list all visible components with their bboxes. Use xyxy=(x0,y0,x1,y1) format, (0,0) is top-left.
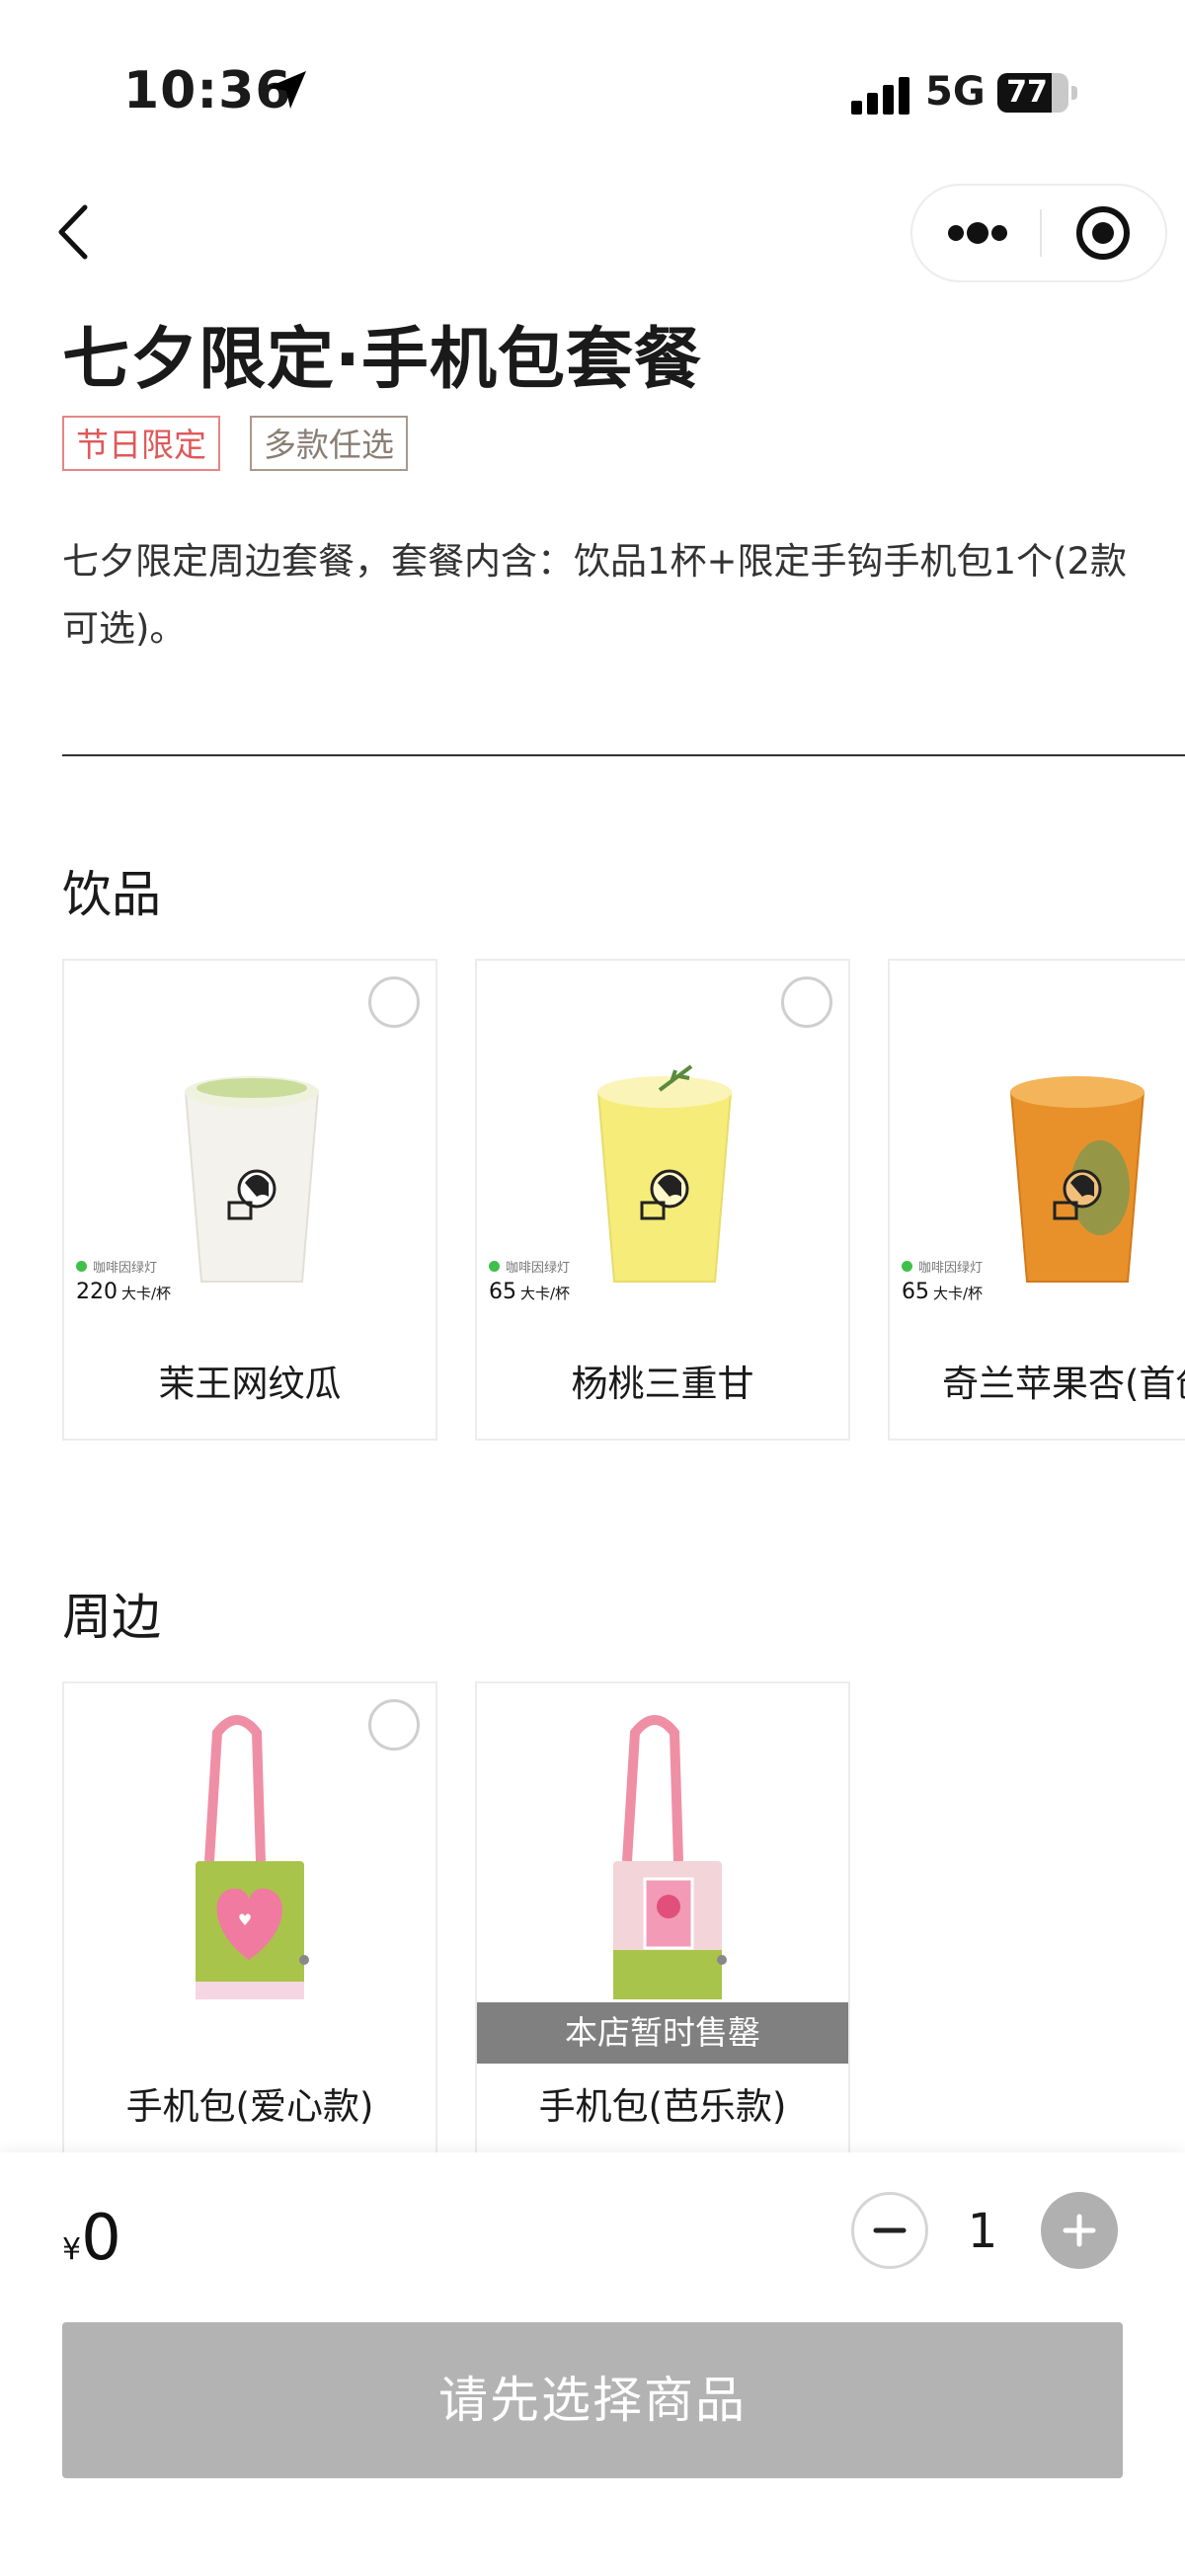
decrease-quantity-button[interactable] xyxy=(851,2192,928,2269)
drinks-section-title: 饮品 xyxy=(62,866,161,923)
quantity-value: 1 xyxy=(967,2204,998,2259)
caffeine-green-dot-icon xyxy=(76,1261,87,1272)
select-radio[interactable] xyxy=(781,976,832,1028)
calorie-info: 咖啡因绿灯 220 大卡/杯 xyxy=(76,1257,171,1304)
sold-out-badge: 本店暂时售罄 xyxy=(477,2002,848,2064)
status-bar: 10:36 5G 77 xyxy=(0,0,1185,188)
submit-button[interactable]: 请先选择商品 xyxy=(62,2322,1123,2478)
currency-symbol: ¥ xyxy=(62,2232,82,2267)
target-close-icon xyxy=(1076,206,1130,260)
merch-section-title: 周边 xyxy=(62,1589,161,1646)
drink-card[interactable]: 咖啡因绿灯 65大卡/杯 奇兰苹果杏(首创 xyxy=(888,959,1185,1441)
calorie-value: 65 xyxy=(489,1280,516,1304)
increase-quantity-button[interactable] xyxy=(1041,2192,1118,2269)
calorie-value: 65 xyxy=(902,1280,929,1304)
merch-card[interactable]: ♥ 手机包(爱心款) xyxy=(62,1681,437,2163)
section-divider xyxy=(62,754,1185,756)
drink-image xyxy=(184,1076,320,1283)
mini-program-capsule xyxy=(910,184,1167,282)
caffeine-label: 咖啡因绿灯 xyxy=(918,1261,984,1276)
drink-image xyxy=(596,1064,733,1283)
tag-multi-choice: 多款任选 xyxy=(250,416,408,471)
network-type: 5G xyxy=(925,69,986,115)
drink-card[interactable]: 咖啡因绿灯 65 大卡/杯 杨桃三重甘 xyxy=(475,959,850,1441)
signal-icon xyxy=(851,77,910,115)
caffeine-label: 咖啡因绿灯 xyxy=(506,1261,571,1276)
phone-bag-guava-image xyxy=(613,1715,727,1999)
product-description: 七夕限定周边套餐，套餐内含：饮品1杯+限定手钩手机包1个(2款可选)。 xyxy=(62,540,1128,650)
page-title: 七夕限定·手机包套餐 xyxy=(62,321,702,399)
drink-card[interactable]: 咖啡因绿灯 220 大卡/杯 茉王网纹瓜 xyxy=(62,959,437,1441)
location-arrow-icon xyxy=(269,71,306,109)
phone-bag-heart-image: ♥ xyxy=(196,1715,309,1999)
svg-text:♥: ♥ xyxy=(238,1911,252,1929)
calorie-unit: 大卡/杯 xyxy=(121,1285,172,1302)
plus-icon xyxy=(1063,2214,1096,2247)
back-button[interactable] xyxy=(47,197,103,267)
drink-image xyxy=(1009,1076,1146,1283)
calorie-unit: 大卡/杯 xyxy=(520,1285,571,1302)
drink-name: 杨桃三重甘 xyxy=(571,1363,754,1405)
tag-holiday-limited: 节日限定 xyxy=(62,416,220,471)
caffeine-label: 咖啡因绿灯 xyxy=(93,1261,158,1276)
select-radio[interactable] xyxy=(368,1699,420,1751)
minus-icon xyxy=(873,2227,907,2233)
calorie-info: 咖啡因绿灯 65 大卡/杯 xyxy=(902,1257,983,1304)
bottom-action-bar: ¥0 1 请先选择商品 xyxy=(0,2152,1185,2576)
drink-name: 奇兰苹果杏(首创 xyxy=(942,1363,1185,1405)
chevron-left-icon xyxy=(58,204,88,260)
merch-name: 手机包(爱心款) xyxy=(125,2085,374,2128)
calorie-info: 咖啡因绿灯 65 大卡/杯 xyxy=(489,1257,570,1304)
drink-name: 茉王网纹瓜 xyxy=(158,1363,342,1405)
total-price: ¥0 xyxy=(62,2202,121,2275)
calorie-value: 220 xyxy=(76,1280,118,1304)
price-value: 0 xyxy=(81,2202,121,2275)
battery-percent: 77 xyxy=(1006,75,1048,110)
select-radio[interactable] xyxy=(368,976,420,1028)
caffeine-green-dot-icon xyxy=(902,1261,912,1272)
caffeine-green-dot-icon xyxy=(489,1261,500,1272)
calorie-unit: 大卡/杯 xyxy=(933,1285,984,1302)
merch-name: 手机包(芭乐款) xyxy=(538,2085,787,2128)
merch-card[interactable]: 本店暂时售罄 手机包(芭乐款) xyxy=(475,1681,850,2163)
more-button[interactable] xyxy=(912,186,1039,280)
battery-icon: 77 xyxy=(997,73,1077,113)
more-dots-icon xyxy=(948,222,1007,244)
close-mini-program-button[interactable] xyxy=(1041,186,1165,280)
